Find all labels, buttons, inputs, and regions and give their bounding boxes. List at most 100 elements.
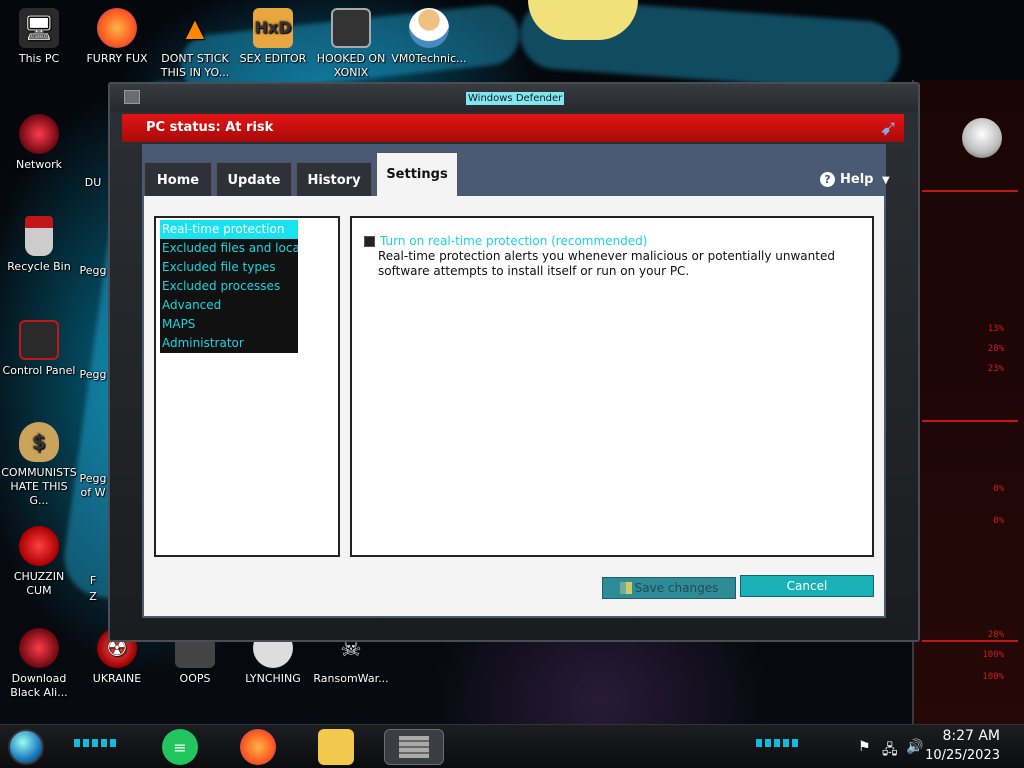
partial-desktop-label: Pegg: [79, 368, 107, 381]
tab-label: Settings: [386, 167, 448, 182]
settings-nav-box: Real-time protection Excluded files and …: [154, 216, 340, 557]
tab-home[interactable]: Home: [144, 162, 212, 197]
desktop-icon-communists[interactable]: $ COMMUNISTS HATE THIS G...: [0, 422, 78, 508]
settings-nav-list: Real-time protection Excluded files and …: [160, 220, 298, 353]
alien-head-icon: ➹: [879, 116, 898, 141]
computer-icon: 🖥: [19, 8, 59, 48]
partial-desktop-label: DU: [84, 176, 102, 189]
doctor-icon: [409, 8, 449, 48]
nav-maps[interactable]: MAPS: [160, 315, 298, 334]
desktop-icon-sex-editor[interactable]: HxD SEX EDITOR: [234, 8, 312, 66]
firefox-icon[interactable]: [240, 729, 276, 765]
cancel-label: Cancel: [786, 579, 828, 593]
nav-excluded-processes[interactable]: Excluded processes: [160, 277, 298, 296]
file-explorer-icon[interactable]: [318, 729, 354, 765]
desktop-icon-label: OOPS: [179, 672, 211, 685]
gadget-value: 28%: [987, 344, 1004, 354]
notes-app-icon[interactable]: ≡: [162, 729, 198, 765]
desktop-icon-network[interactable]: Network: [0, 114, 78, 172]
desktop-icon-furry-fux[interactable]: FURRY FUX: [78, 8, 156, 66]
tab-settings[interactable]: Settings: [376, 152, 458, 196]
firefox-icon: [97, 8, 137, 48]
taskbar-decoration: [756, 739, 800, 747]
gadget-value: 100%: [982, 650, 1004, 660]
nav-real-time-protection[interactable]: Real-time protection: [160, 220, 298, 239]
desktop-icon-download-black-alien[interactable]: Download Black Ali...: [0, 628, 78, 700]
partial-desktop-label: Z: [89, 590, 97, 603]
gadget-bar: [922, 640, 1018, 642]
clock-time[interactable]: 8:27 AM: [942, 728, 1000, 744]
pc-status-banner: PC status: At risk ➹: [122, 114, 904, 142]
alien-orb-icon: [19, 628, 59, 668]
shield-icon: [619, 582, 632, 594]
volume-icon[interactable]: 🔊: [906, 739, 923, 755]
desktop-icon-label: DONT STICK THIS IN YO...: [160, 52, 230, 79]
xonix-icon: [331, 8, 371, 48]
desktop-icon-label: CHUZZIN CUM: [13, 570, 65, 597]
chevron-down-icon: ▼: [882, 175, 890, 186]
network-tray-icon[interactable]: 🖧: [882, 739, 898, 763]
real-time-protection-description: Real-time protection alerts you whenever…: [378, 249, 835, 278]
window-system-menu-icon[interactable]: [124, 90, 140, 104]
help-menu[interactable]: ? Help ▼: [820, 172, 890, 187]
nav-administrator[interactable]: Administrator: [160, 334, 298, 353]
windows-defender-icon[interactable]: [384, 729, 444, 765]
desktop-icon-recycle-bin[interactable]: Recycle Bin: [0, 216, 78, 274]
control-panel-icon: [19, 320, 59, 360]
real-time-protection-checkbox[interactable]: [364, 236, 375, 247]
desktop-icon-label: HOOKED ON XONIX: [316, 52, 386, 79]
start-button[interactable]: [8, 729, 44, 765]
gadget-value: 28%: [987, 630, 1004, 640]
network-icon: [19, 114, 59, 154]
settings-detail-box: Turn on real-time protection (recommende…: [350, 216, 874, 557]
desktop-icon-label: VM0Technic...: [391, 52, 467, 65]
save-changes-button[interactable]: Save changes: [602, 577, 736, 599]
window-titlebar[interactable]: Windows Defender: [110, 84, 918, 112]
windows-defender-window: Windows Defender PC status: At risk ➹ Ho…: [108, 82, 920, 642]
real-time-protection-label[interactable]: Turn on real-time protection (recommende…: [380, 234, 647, 248]
clock-date[interactable]: 10/25/2023: [925, 748, 1000, 763]
recycle-bin-icon: [25, 216, 53, 256]
alien-logo-icon: [962, 118, 1002, 158]
tab-label: Update: [227, 172, 281, 188]
settings-panel: Real-time protection Excluded files and …: [144, 196, 884, 616]
desktop-icon-dont-stick[interactable]: ▲ DONT STICK THIS IN YO...: [156, 8, 234, 80]
tab-label: Home: [156, 172, 200, 188]
partial-desktop-label: Pegg: [79, 472, 107, 485]
taskbar: ≡ ⚑ 🖧 🔊 8:27 AM 10/25/2023: [0, 724, 1024, 768]
desktop-icon-this-pc[interactable]: 🖥 This PC: [0, 8, 78, 66]
nav-excluded-files[interactable]: Excluded files and locat...: [160, 239, 298, 258]
hxd-icon: HxD: [253, 8, 293, 48]
desktop-icon-label: Download Black Ali...: [10, 672, 68, 699]
desktop-icon-label: Network: [16, 158, 62, 171]
chuzzle-icon: [19, 526, 59, 566]
desktop-icon-label: Control Panel: [2, 364, 76, 377]
gadget-value: 23%: [987, 364, 1004, 374]
tab-label: History: [307, 172, 361, 188]
desktop-icon-chuzzin[interactable]: CHUZZIN CUM: [0, 526, 78, 598]
desktop-icon-label: This PC: [18, 52, 60, 65]
desktop-icon-hooked-on-xonix[interactable]: HOOKED ON XONIX: [312, 8, 390, 80]
partial-desktop-label: of W: [80, 486, 106, 499]
save-changes-label: Save changes: [634, 581, 719, 595]
desktop-icon-label: COMMUNISTS HATE THIS G...: [1, 466, 77, 507]
gadget-value: 13%: [987, 324, 1004, 334]
desktop: 🖥 This PC FURRY FUX ▲ DONT STICK THIS IN…: [0, 0, 1024, 768]
nav-advanced[interactable]: Advanced: [160, 296, 298, 315]
desktop-icon-label: RansomWar...: [313, 672, 389, 685]
taskbar-decoration: [74, 739, 118, 747]
cancel-button[interactable]: Cancel: [740, 575, 874, 597]
money-bag-icon: $: [19, 422, 59, 462]
desktop-icon-label: UKRAINE: [92, 672, 142, 685]
tab-update[interactable]: Update: [216, 162, 292, 197]
tab-history[interactable]: History: [296, 162, 372, 197]
pc-status-text: PC status: At risk: [146, 120, 274, 135]
nav-excluded-file-types[interactable]: Excluded file types: [160, 258, 298, 277]
desktop-icon-label: Recycle Bin: [7, 260, 71, 273]
desktop-icon-vm0technic[interactable]: VM0Technic...: [390, 8, 468, 66]
desktop-icon-label: FURRY FUX: [86, 52, 148, 65]
gadget-bar: [922, 190, 1018, 192]
flag-icon[interactable]: ⚑: [858, 739, 871, 755]
desktop-icon-label: SEX EDITOR: [239, 52, 307, 65]
desktop-icon-control-panel[interactable]: Control Panel: [0, 320, 78, 378]
